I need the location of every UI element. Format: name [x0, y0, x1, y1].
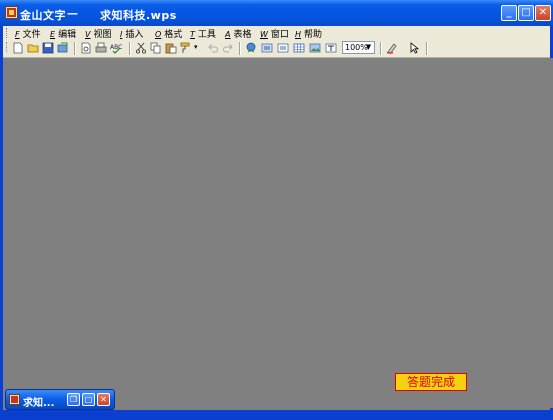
- restore-button[interactable]: ❐: [67, 393, 80, 406]
- toolbar-separator: [380, 42, 382, 55]
- menu-file[interactable]: F 文件: [15, 27, 41, 40]
- maximize-icon: □: [521, 7, 531, 18]
- picture-icon[interactable]: [309, 42, 321, 54]
- title-bar[interactable]: 金山文字 — 求知科技.wps _ □ ✕: [0, 0, 553, 26]
- spellcheck-icon[interactable]: ABC: [110, 42, 122, 54]
- toolbar-separator: [239, 42, 241, 55]
- document-name: 求知科技.wps: [100, 9, 177, 22]
- maximize-document-button[interactable]: □: [82, 393, 95, 406]
- undo-icon[interactable]: [207, 42, 219, 54]
- close-icon: ✕: [538, 7, 548, 18]
- print-icon[interactable]: [95, 42, 107, 54]
- highlight-icon[interactable]: [386, 42, 398, 54]
- frame-icon[interactable]: [277, 42, 289, 54]
- standard-toolbar: ABC ▾ 100% ▼: [3, 40, 550, 58]
- close-icon: ✕: [100, 395, 107, 404]
- answer-complete-badge[interactable]: 答题完成: [395, 373, 467, 391]
- menu-edit[interactable]: E 编辑: [50, 27, 76, 40]
- wps-document-icon: [9, 394, 20, 405]
- table-icon[interactable]: [293, 42, 305, 54]
- toolbar-separator: [426, 42, 428, 55]
- maximize-icon: □: [84, 395, 93, 404]
- redo-icon[interactable]: [222, 42, 234, 54]
- toolbar-grip[interactable]: [6, 42, 9, 52]
- minimize-icon: _: [506, 7, 512, 18]
- toolbar-separator: [74, 42, 76, 55]
- menu-bar: F 文件 E 编辑 V 视图 I 插入 O 格式 T 工具 A 表格 W 窗口 H 帮助: [3, 26, 550, 40]
- close-document-button[interactable]: ✕: [97, 393, 110, 406]
- menu-tools[interactable]: T 工具: [190, 27, 216, 40]
- window-bottom-border: [0, 410, 553, 420]
- wps-app-icon[interactable]: [5, 6, 18, 19]
- close-button[interactable]: ✕: [535, 5, 551, 21]
- menu-grip[interactable]: [6, 28, 9, 38]
- title-separator: —: [67, 7, 79, 20]
- mail-icon[interactable]: [57, 42, 69, 54]
- save-icon[interactable]: [42, 42, 54, 54]
- menu-view[interactable]: V 视图: [85, 27, 112, 40]
- app-name: 金山文字: [20, 9, 66, 22]
- minimized-document-label: 求知...: [23, 398, 55, 409]
- print-preview-icon[interactable]: [80, 42, 92, 54]
- chevron-down-icon: ▼: [365, 43, 372, 51]
- toolbar-separator: [129, 42, 131, 55]
- hyperlink-icon[interactable]: [245, 42, 257, 54]
- paste-icon[interactable]: [165, 42, 177, 54]
- menu-window[interactable]: W 窗口: [260, 27, 289, 40]
- cut-icon[interactable]: [135, 42, 147, 54]
- new-icon[interactable]: [12, 42, 24, 54]
- pointer-icon[interactable]: [408, 42, 420, 54]
- image-icon[interactable]: [261, 42, 273, 54]
- document-workspace[interactable]: 答题完成: [6, 58, 553, 408]
- minimized-document-button[interactable]: 求知... ❐ □ ✕: [5, 389, 115, 410]
- menu-format[interactable]: O 格式: [155, 27, 182, 40]
- open-icon[interactable]: [27, 42, 39, 54]
- app-window: 答题完成: [0, 0, 553, 420]
- format-painter-dropdown-icon[interactable]: ▾: [194, 43, 200, 55]
- menu-help[interactable]: H 帮助: [295, 27, 322, 40]
- copy-icon[interactable]: [150, 42, 162, 54]
- format-painter-icon[interactable]: [180, 42, 192, 54]
- minimize-button[interactable]: _: [501, 5, 517, 21]
- menu-table[interactable]: A 表格: [225, 27, 252, 40]
- restore-icon: ❐: [69, 395, 78, 404]
- zoom-select[interactable]: 100% ▼: [342, 41, 375, 54]
- text-box-icon[interactable]: [325, 42, 337, 54]
- menu-insert[interactable]: I 插入: [120, 27, 143, 40]
- maximize-button[interactable]: □: [518, 5, 534, 21]
- svg-text:ABC: ABC: [110, 44, 122, 51]
